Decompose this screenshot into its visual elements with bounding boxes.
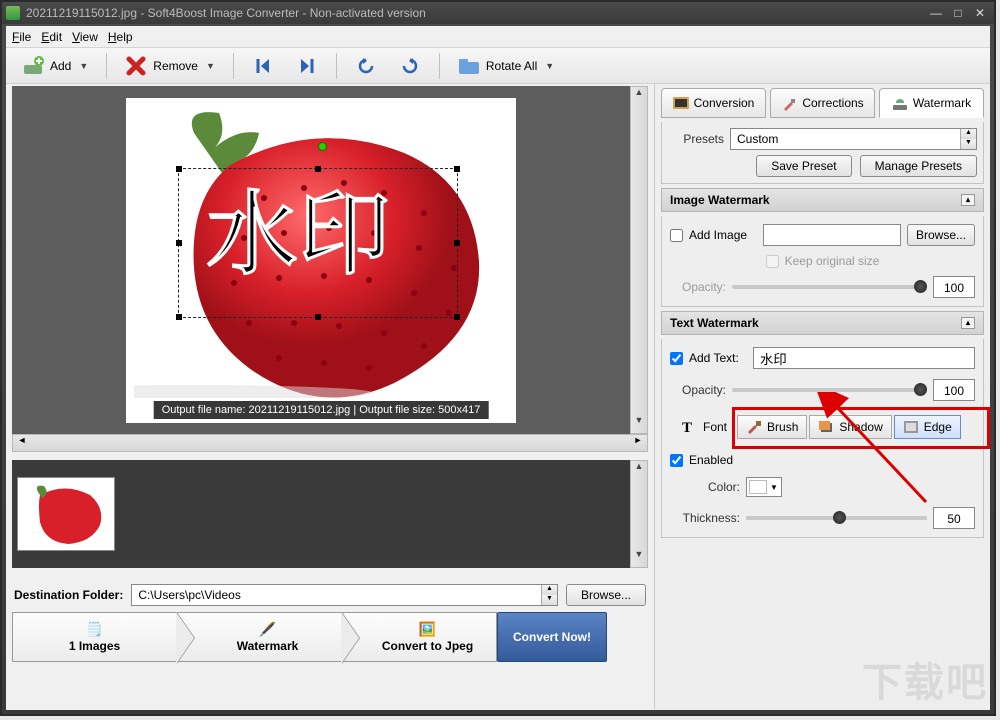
rotate-all-button[interactable]: Rotate All▼ (452, 53, 560, 79)
watermark-icon (892, 97, 908, 109)
watermark-text-input[interactable] (753, 347, 975, 369)
titlebar: 20211219115012.jpg - Soft4Boost Image Co… (2, 2, 994, 24)
menu-view[interactable]: View (72, 30, 98, 44)
maximize-button[interactable]: □ (948, 6, 968, 20)
destination-combo[interactable]: C:\Users\pc\Videos ▲▼ (131, 584, 558, 606)
preview-scroll-horizontal[interactable]: ◄► (12, 434, 648, 452)
last-icon (296, 55, 318, 77)
font-icon: T (682, 420, 698, 434)
menu-help[interactable]: Help (108, 30, 133, 44)
minimize-button[interactable]: — (926, 6, 946, 20)
images-icon: 🗒️ (86, 621, 103, 639)
folder-icon (458, 55, 480, 77)
first-icon (252, 55, 274, 77)
add-icon (22, 55, 44, 77)
step-watermark[interactable]: 🖋️ Watermark (177, 612, 342, 662)
remove-icon (125, 55, 147, 77)
image-path-input[interactable] (763, 224, 901, 246)
corrections-icon (781, 97, 797, 109)
font-tab[interactable]: TFont (674, 416, 735, 438)
close-button[interactable]: ✕ (970, 6, 990, 20)
last-button[interactable] (290, 53, 324, 79)
watermark-selection[interactable] (178, 168, 458, 318)
toolbar: Add▼ Remove▼ Rotate All▼ (6, 48, 990, 84)
thumbs-scroll[interactable]: ▲▼ (630, 460, 648, 568)
add-image-checkbox[interactable] (670, 229, 683, 242)
brush-tab[interactable]: Brush (737, 415, 807, 439)
manage-presets-button[interactable]: Manage Presets (860, 155, 977, 177)
image-opacity-value[interactable]: 100 (933, 276, 975, 298)
app-icon (6, 6, 20, 20)
first-button[interactable] (246, 53, 280, 79)
edge-color-picker[interactable]: ▼ (746, 477, 782, 497)
step-images[interactable]: 🗒️ 1 Images (12, 612, 177, 662)
destination-browse-button[interactable]: Browse... (566, 584, 646, 606)
keep-size-checkbox (766, 255, 779, 268)
collapse-icon[interactable]: ▴ (961, 194, 975, 206)
shadow-tab[interactable]: Shadow (809, 415, 891, 439)
stamp-icon: 🖋️ (259, 621, 276, 639)
rotate-right-icon (399, 55, 421, 77)
menubar: File Edit View Help (6, 26, 990, 48)
text-watermark-header[interactable]: Text Watermark▴ (661, 311, 984, 335)
rotate-left-button[interactable] (349, 53, 383, 79)
rotate-left-icon (355, 55, 377, 77)
edge-thickness-value[interactable]: 50 (933, 507, 975, 529)
thumbnail-strip[interactable] (12, 460, 630, 568)
edge-tab[interactable]: Edge (894, 415, 961, 439)
convert-now-button[interactable]: Convert Now! (497, 612, 607, 662)
edge-thickness-slider[interactable] (746, 516, 927, 520)
output-info: Output file name: 20211219115012.jpg | O… (154, 401, 489, 419)
format-icon: 🖼️ (419, 621, 436, 639)
text-opacity-value[interactable]: 100 (933, 379, 975, 401)
collapse-icon[interactable]: ▴ (961, 317, 975, 329)
brush-icon (746, 420, 762, 434)
text-opacity-slider[interactable] (732, 388, 927, 392)
add-text-checkbox[interactable] (670, 352, 683, 365)
watermark-origin-handle[interactable] (318, 142, 327, 151)
shadow-icon (818, 420, 834, 434)
image-opacity-slider[interactable] (732, 285, 927, 289)
menu-edit[interactable]: Edit (41, 30, 62, 44)
preview-scroll-vertical[interactable]: ▲▼ (630, 86, 648, 434)
remove-button[interactable]: Remove▼ (119, 53, 221, 79)
add-button[interactable]: Add▼ (16, 53, 94, 79)
edge-icon (903, 420, 919, 434)
edge-enabled-checkbox[interactable] (670, 454, 683, 467)
save-preset-button[interactable]: Save Preset (756, 155, 851, 177)
image-watermark-header[interactable]: Image Watermark▴ (661, 188, 984, 212)
tab-watermark[interactable]: Watermark (879, 88, 984, 118)
step-convert-to[interactable]: 🖼️ Convert to Jpeg (342, 612, 497, 662)
presets-label: Presets (668, 132, 724, 146)
conversion-icon (673, 97, 689, 109)
preview-canvas[interactable]: 水印 Output file name: 20211219115012.jpg … (12, 86, 630, 434)
image-browse-button[interactable]: Browse... (907, 224, 975, 246)
thumbnail-item[interactable] (18, 478, 114, 550)
presets-combo[interactable]: Custom▲▼ (730, 128, 977, 150)
destination-label: Destination Folder: (14, 588, 123, 602)
tab-corrections[interactable]: Corrections (770, 88, 875, 118)
rotate-right-button[interactable] (393, 53, 427, 79)
tab-conversion[interactable]: Conversion (661, 88, 766, 118)
window-title: 20211219115012.jpg - Soft4Boost Image Co… (26, 6, 426, 20)
menu-file[interactable]: File (12, 30, 31, 44)
